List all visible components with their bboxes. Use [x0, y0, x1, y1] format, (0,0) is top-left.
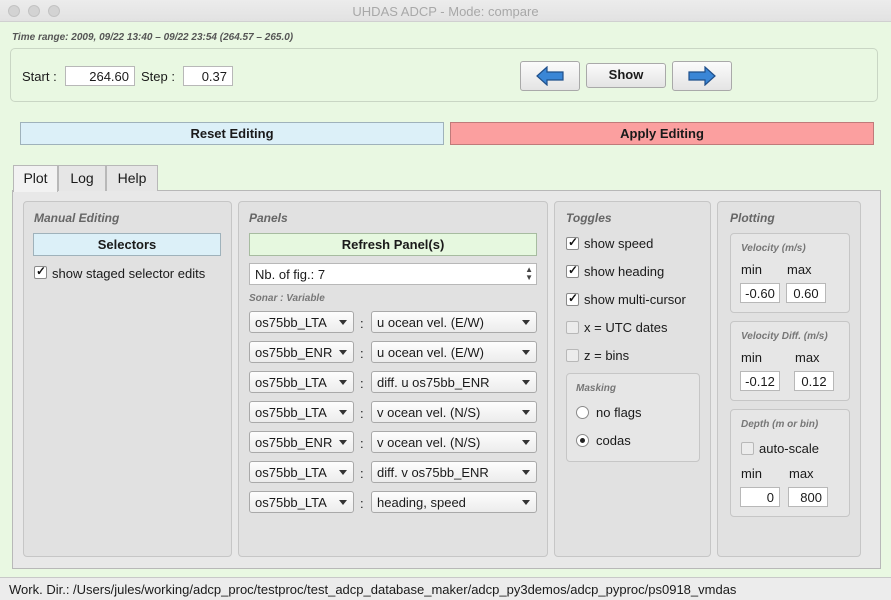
show-heading-label: show heading — [584, 264, 665, 279]
chevron-down-icon — [522, 350, 530, 355]
chevron-down-icon — [339, 470, 347, 475]
chevron-down-icon — [522, 500, 530, 505]
tab-plot[interactable]: Plot — [13, 165, 58, 192]
manual-editing-title: Manual Editing — [34, 211, 120, 225]
velocity-max-input[interactable]: 0.60 — [786, 283, 826, 303]
masking-title: Masking — [576, 383, 617, 394]
show-multi-cursor-checkbox[interactable] — [566, 291, 579, 306]
show-speed-checkbox[interactable] — [566, 235, 579, 250]
chevron-down-icon — [522, 380, 530, 385]
tab-log[interactable]: Log — [58, 165, 106, 191]
velocity-diff-min-label: min — [741, 350, 762, 365]
sonar-select[interactable]: os75bb_LTA — [249, 371, 354, 393]
utc-dates-label: x = UTC dates — [584, 320, 668, 335]
velocity-diff-title: Velocity Diff. (m/s) — [741, 331, 828, 342]
velocity-diff-max-input[interactable]: 0.12 — [794, 371, 834, 391]
chevron-down-icon — [522, 320, 530, 325]
show-heading-checkbox[interactable] — [566, 263, 579, 278]
no-flags-label: no flags — [596, 405, 642, 420]
variable-select[interactable]: v ocean vel. (N/S) — [371, 401, 537, 423]
show-multi-cursor-label: show multi-cursor — [584, 292, 686, 307]
staged-edits-label: show staged selector edits — [52, 266, 206, 281]
toggles-title: Toggles — [566, 211, 612, 225]
sonar-select[interactable]: os75bb_LTA — [249, 311, 354, 333]
left-arrow-icon — [536, 66, 564, 86]
chevron-down-icon — [339, 440, 347, 445]
z-bins-checkbox[interactable] — [566, 349, 579, 362]
velocity-diff-min-input[interactable]: -0.12 — [740, 371, 780, 391]
sonar-select[interactable]: os75bb_ENR — [249, 431, 354, 453]
sonar-select[interactable]: os75bb_LTA — [249, 491, 354, 513]
sonar-select[interactable]: os75bb_LTA — [249, 461, 354, 483]
chevron-down-icon — [339, 350, 347, 355]
chevron-down-icon — [339, 410, 347, 415]
time-range-label: Time range: 2009, 09/22 13:40 – 09/22 23… — [12, 32, 294, 43]
velocity-min-input[interactable]: -0.60 — [740, 283, 780, 303]
selectors-button[interactable]: Selectors — [33, 233, 221, 256]
velocity-title: Velocity (m/s) — [741, 243, 806, 254]
chevron-down-icon — [339, 320, 347, 325]
start-input[interactable]: 264.60 — [65, 66, 135, 86]
depth-max-input[interactable]: 800 — [788, 487, 828, 507]
sonar-variable-header: Sonar : Variable — [249, 293, 325, 304]
z-bins-label: z = bins — [584, 348, 630, 363]
codas-label: codas — [596, 433, 631, 448]
codas-radio[interactable] — [576, 434, 589, 447]
depth-title: Depth (m or bin) — [741, 419, 819, 430]
chevron-down-icon — [522, 410, 530, 415]
variable-select[interactable]: u ocean vel. (E/W) — [371, 311, 537, 333]
sonar-select[interactable]: os75bb_LTA — [249, 401, 354, 423]
step-input[interactable]: 0.37 — [183, 66, 233, 86]
spinner-arrows-icon[interactable]: ▲ ▼ — [525, 266, 533, 282]
figure-count-spinner[interactable]: Nb. of fig.: 7 ▲ ▼ — [249, 263, 537, 285]
chevron-down-icon — [339, 500, 347, 505]
variable-select[interactable]: u ocean vel. (E/W) — [371, 341, 537, 363]
next-button[interactable] — [672, 61, 732, 91]
depth-min-input[interactable]: 0 — [740, 487, 780, 507]
work-dir-status: Work. Dir.: /Users/jules/working/adcp_pr… — [0, 577, 891, 600]
plotting-title: Plotting — [730, 211, 775, 225]
variable-select[interactable]: heading, speed — [371, 491, 537, 513]
figure-count-value: Nb. of fig.: 7 — [255, 267, 326, 282]
velocity-max-label: max — [787, 262, 812, 277]
depth-min-label: min — [741, 466, 762, 481]
sonar-select[interactable]: os75bb_ENR — [249, 341, 354, 363]
chevron-down-icon — [522, 440, 530, 445]
velocity-diff-max-label: max — [795, 350, 820, 365]
variable-select[interactable]: v ocean vel. (N/S) — [371, 431, 537, 453]
depth-max-label: max — [789, 466, 814, 481]
window-title: UHDAS ADCP - Mode: compare — [352, 4, 539, 19]
no-flags-radio[interactable] — [576, 406, 589, 419]
staged-edits-checkbox[interactable] — [34, 264, 47, 279]
auto-scale-label: auto-scale — [759, 441, 819, 456]
velocity-min-label: min — [741, 262, 762, 277]
chevron-down-icon — [522, 470, 530, 475]
auto-scale-checkbox[interactable] — [741, 442, 754, 455]
utc-dates-checkbox[interactable] — [566, 321, 579, 334]
refresh-panels-button[interactable]: Refresh Panel(s) — [249, 233, 537, 256]
chevron-down-icon — [339, 380, 347, 385]
step-label: Step : — [141, 69, 175, 84]
reset-editing-button[interactable]: Reset Editing — [20, 122, 444, 145]
apply-editing-button[interactable]: Apply Editing — [450, 122, 874, 145]
variable-select[interactable]: diff. v os75bb_ENR — [371, 461, 537, 483]
previous-button[interactable] — [520, 61, 580, 91]
right-arrow-icon — [688, 66, 716, 86]
show-speed-label: show speed — [584, 236, 654, 251]
variable-select[interactable]: diff. u os75bb_ENR — [371, 371, 537, 393]
tab-help[interactable]: Help — [106, 165, 158, 191]
panels-title: Panels — [249, 211, 288, 225]
show-button[interactable]: Show — [586, 63, 666, 88]
start-label: Start : — [22, 69, 57, 84]
title-bar: UHDAS ADCP - Mode: compare — [0, 0, 891, 22]
